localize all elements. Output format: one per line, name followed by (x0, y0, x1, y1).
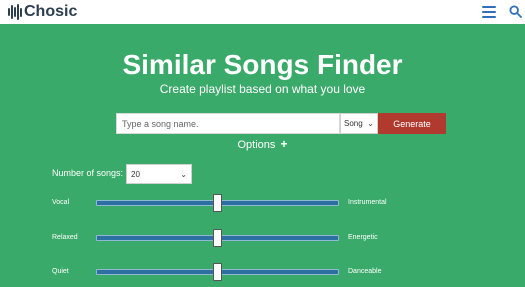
slider-label-energetic: Energetic (348, 234, 378, 241)
page-title: Similar Songs Finder (122, 49, 403, 80)
page-subtitle: Create playlist based on what you love (159, 82, 366, 96)
relaxed-energetic-slider-thumb[interactable] (213, 229, 222, 247)
quiet-danceable-slider-thumb[interactable] (213, 263, 222, 281)
chosic-logo[interactable]: Chosic (8, 3, 77, 21)
chevron-down-icon: ⌄ (367, 119, 374, 128)
options-toggle[interactable]: Options + (0, 138, 525, 152)
vocal-instrumental-slider-thumb[interactable] (213, 194, 222, 212)
options-label: Options (237, 139, 276, 151)
slider-label-instrumental: Instrumental (348, 199, 387, 206)
search-type-select[interactable]: Song ⌄ (340, 113, 378, 134)
chevron-down-icon: ⌄ (180, 169, 187, 179)
slider-label-quiet: Quiet (52, 268, 69, 275)
song-name-input[interactable] (116, 113, 340, 134)
logo-text: Chosic (24, 3, 78, 20)
number-of-songs-value: 20 (131, 169, 140, 179)
logo-equalizer-icon (8, 4, 22, 20)
top-navigation-bar: Chosic (0, 0, 525, 24)
slider-label-danceable: Danceable (348, 268, 382, 275)
number-of-songs-label: Number of songs: (52, 168, 124, 178)
generate-button[interactable]: Generate (378, 113, 446, 134)
slider-label-vocal: Vocal (52, 199, 70, 206)
plus-icon: + (280, 137, 288, 151)
hamburger-menu-icon[interactable] (482, 6, 496, 18)
number-of-songs-select[interactable]: 20 ⌄ (126, 164, 192, 184)
slider-label-relaxed: Relaxed (52, 234, 78, 241)
song-search-form: Song ⌄ Generate (116, 113, 446, 134)
search-icon[interactable] (509, 5, 522, 18)
search-type-value: Song (344, 119, 363, 128)
